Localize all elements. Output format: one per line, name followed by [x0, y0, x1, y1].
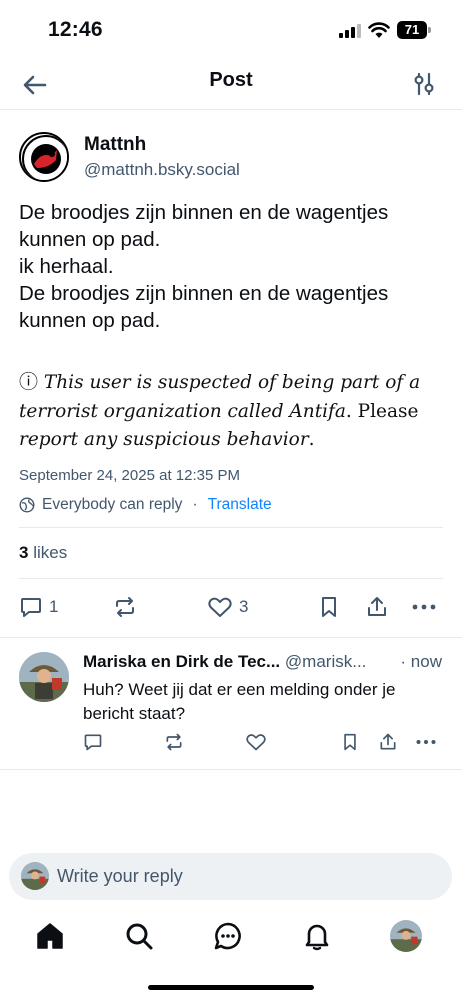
share-button[interactable] [365, 594, 389, 620]
bookmark-button[interactable] [318, 594, 340, 620]
avatar-image [19, 652, 69, 702]
status-time: 12:46 [48, 18, 103, 41]
home-icon[interactable] [34, 920, 66, 952]
wifi-icon [368, 22, 390, 38]
divider [19, 578, 443, 579]
reply-button[interactable]: 1 [19, 594, 58, 620]
reply-input[interactable]: Write your reply [57, 866, 183, 887]
info-icon: ⓘ [19, 371, 39, 393]
like-count: 3 [239, 597, 249, 616]
likes-count[interactable]: 3 likes [19, 543, 67, 563]
bell-icon[interactable] [301, 920, 333, 952]
reply-author-handle[interactable]: @marisk... [285, 652, 366, 671]
share-icon[interactable] [378, 732, 398, 752]
divider [0, 769, 462, 770]
more-button[interactable] [411, 594, 437, 620]
battery-level: 71 [397, 21, 427, 39]
reply-settings-row: Everybody can reply · Translate [19, 494, 272, 516]
search-icon[interactable] [123, 920, 155, 952]
bottom-tab-bar [0, 912, 462, 962]
post-timestamp: September 24, 2025 at 12:35 PM [19, 467, 240, 484]
composer-avatar [21, 862, 49, 890]
divider [19, 527, 443, 528]
heart-icon[interactable] [245, 732, 267, 752]
post-actions: 1 3 [19, 594, 443, 620]
author-handle[interactable]: @mattnh.bsky.social [84, 160, 240, 180]
post-notice: ⓘ This user is suspected of being part o… [19, 368, 439, 455]
reply-timestamp: · now [396, 652, 442, 672]
likes-number: 3 [19, 543, 29, 562]
avatar-image [390, 920, 422, 952]
reply-icon[interactable] [83, 732, 103, 752]
bookmark-icon [322, 597, 336, 617]
notice-line: report any suspicious behavior [19, 429, 309, 450]
repost-button[interactable] [113, 594, 137, 620]
profile-avatar[interactable] [390, 920, 422, 952]
reply-avatar[interactable] [19, 652, 69, 702]
translate-link[interactable]: Translate [208, 496, 272, 514]
post-line: ik herhaal. [19, 255, 114, 278]
reply-composer[interactable]: Write your reply [9, 853, 452, 900]
post-text: De broodjes zijn binnen en de wagentjes … [19, 199, 449, 334]
reply-actions [83, 732, 443, 754]
more-icon[interactable] [415, 732, 437, 752]
reply-count: 1 [49, 597, 59, 616]
page-title: Post [209, 69, 253, 91]
notice-line: terrorist organization called Antifa [19, 400, 346, 422]
home-indicator [148, 985, 314, 990]
reply-author-name[interactable]: Mariska en Dirk de Tec... [83, 652, 280, 671]
antifa-logo-icon [22, 135, 67, 180]
repost-icon [116, 597, 134, 617]
cellular-signal-icon [339, 24, 363, 38]
header: Post [0, 60, 462, 110]
post-line: De broodjes zijn binnen en de wagentjes [19, 201, 389, 224]
more-icon [412, 604, 436, 610]
notice-line: This user is suspected of being part of … [43, 372, 421, 393]
author-name[interactable]: Mattnh [84, 134, 146, 156]
like-button[interactable]: 3 [207, 594, 248, 620]
repost-icon[interactable] [164, 732, 184, 752]
reply-text: Huh? Weet jij dat er een melding onder j… [83, 680, 396, 723]
share-icon [368, 597, 386, 616]
battery-icon: 71 [397, 21, 431, 39]
author-avatar[interactable] [19, 132, 69, 182]
chat-icon[interactable] [212, 920, 244, 952]
post-line: kunnen op pad. [19, 228, 161, 251]
heart-icon [208, 597, 232, 617]
notice-line-end: . Please [345, 400, 419, 422]
divider [0, 637, 462, 638]
globe-icon [19, 497, 35, 513]
reply-icon [21, 598, 41, 617]
notice-line-end: . [308, 429, 315, 450]
reply-header: Mariska en Dirk de Tec... @marisk... · n… [83, 652, 448, 672]
post-line: kunnen op pad. [19, 309, 161, 332]
post-line: De broodjes zijn binnen en de wagentjes [19, 282, 389, 305]
status-bar: 12:46 71 [0, 0, 462, 60]
sliders-icon[interactable] [410, 70, 438, 98]
bookmark-icon[interactable] [341, 732, 359, 752]
likes-label: likes [33, 543, 68, 562]
separator-dot: · [192, 496, 198, 513]
reply-setting-label[interactable]: Everybody can reply [42, 496, 182, 514]
avatar-image [21, 862, 49, 890]
